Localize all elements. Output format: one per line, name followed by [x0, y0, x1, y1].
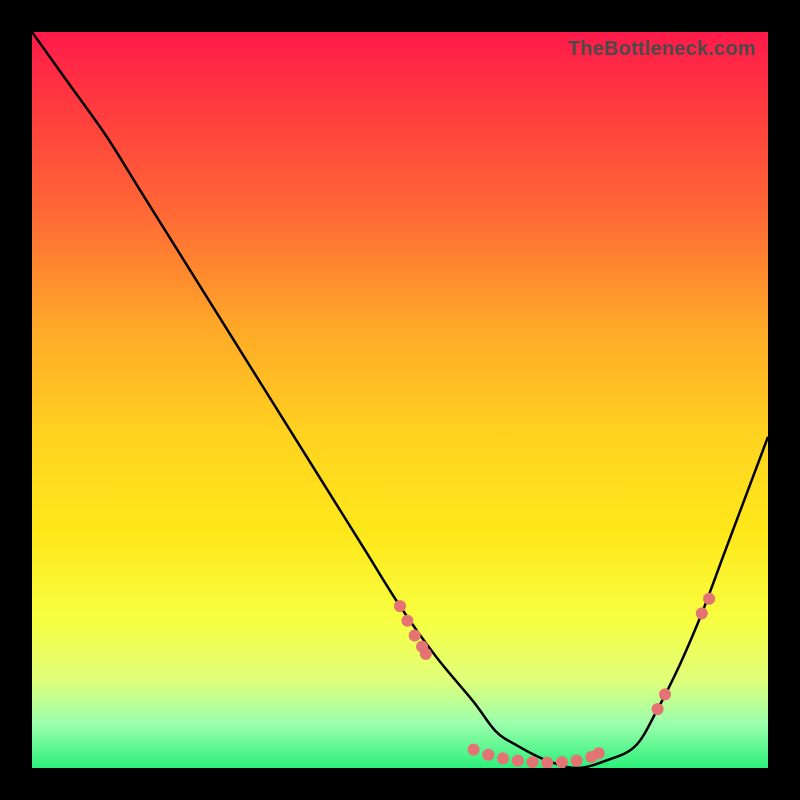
- chart-marker: [571, 755, 583, 767]
- chart-marker: [401, 615, 413, 627]
- chart-marker: [556, 756, 568, 768]
- chart-marker: [659, 688, 671, 700]
- chart-marker: [512, 755, 524, 767]
- chart-marker: [497, 752, 509, 764]
- chart-marker: [593, 747, 605, 759]
- chart-plot-area: TheBottleneck.com: [32, 32, 768, 768]
- chart-marker: [482, 749, 494, 761]
- chart-svg: [32, 32, 768, 768]
- chart-marker: [468, 744, 480, 756]
- chart-marker: [527, 756, 539, 768]
- watermark-text: TheBottleneck.com: [568, 38, 756, 61]
- chart-marker: [696, 607, 708, 619]
- chart-marker: [394, 600, 406, 612]
- chart-marker: [652, 703, 664, 715]
- chart-markers: [394, 593, 715, 768]
- bottleneck-curve-line: [32, 32, 768, 768]
- chart-marker: [409, 630, 421, 642]
- chart-marker: [703, 593, 715, 605]
- chart-marker: [420, 648, 432, 660]
